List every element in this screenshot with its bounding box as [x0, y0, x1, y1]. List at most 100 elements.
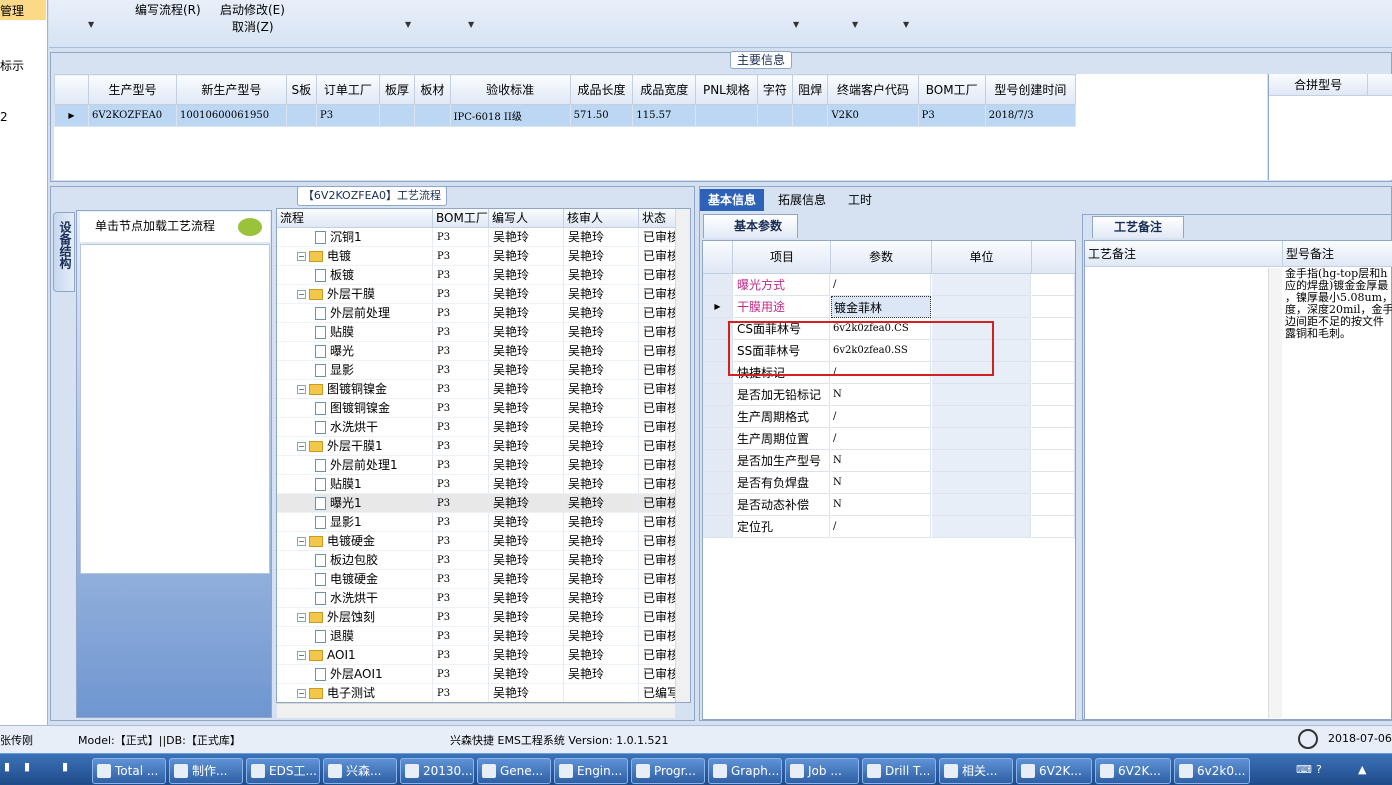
- param-unit[interactable]: [932, 384, 1031, 406]
- taskbar-button[interactable]: Job ...: [785, 758, 859, 784]
- taskbar-icon[interactable]: ▮: [62, 760, 68, 773]
- tray-arrow-icon[interactable]: ▲: [1358, 763, 1366, 776]
- param-unit[interactable]: [932, 296, 1031, 318]
- param-value[interactable]: /: [831, 428, 931, 450]
- dropdown-arrow-icon[interactable]: ▼: [852, 20, 858, 29]
- nav-item-manage[interactable]: 管理: [0, 2, 24, 19]
- col-header[interactable]: 工艺备注: [1085, 241, 1283, 267]
- collapse-icon[interactable]: −: [297, 442, 306, 451]
- taskbar-button[interactable]: 6V2K...: [1095, 758, 1171, 784]
- taskbar-button[interactable]: 6V2K...: [1016, 758, 1092, 784]
- tab-extended-info[interactable]: 拓展信息: [770, 189, 834, 211]
- flow-tree-row[interactable]: − 外层蚀刻 P3 吴艳玲 吴艳玲 已审核: [277, 608, 677, 627]
- taskbar-button[interactable]: EDS工...: [246, 758, 320, 784]
- nav-item-mark[interactable]: 标示: [0, 57, 24, 74]
- param-value[interactable]: /: [831, 516, 931, 538]
- flow-tree-row[interactable]: 图镀铜镍金 P3 吴艳玲 吴艳玲 已审核: [277, 399, 677, 418]
- dropdown-arrow-icon[interactable]: ▼: [88, 20, 94, 29]
- cell[interactable]: [414, 104, 451, 127]
- cell[interactable]: P3: [917, 104, 986, 127]
- taskbar-icon[interactable]: ▮: [24, 760, 30, 773]
- param-value[interactable]: N: [831, 472, 931, 494]
- param-row[interactable]: 是否加生产型号 N: [703, 450, 1075, 472]
- cell[interactable]: P3: [316, 104, 380, 127]
- flow-tree-row[interactable]: 水洗烘干 P3 吴艳玲 吴艳玲 已审核: [277, 589, 677, 608]
- col-header[interactable]: 成品宽度: [632, 74, 697, 105]
- col-header[interactable]: 合拼型号: [1269, 74, 1369, 95]
- col-header[interactable]: S板: [285, 74, 318, 105]
- col-header[interactable]: 单位: [932, 241, 1032, 274]
- cell[interactable]: 115.57: [632, 104, 697, 127]
- col-header[interactable]: 核审人: [564, 209, 639, 228]
- cell[interactable]: [792, 104, 829, 127]
- taskbar-button[interactable]: 制作...: [169, 758, 243, 784]
- start-modify-button[interactable]: 启动修改(E): [220, 1, 285, 18]
- col-header[interactable]: 阻焊: [792, 74, 829, 105]
- col-header[interactable]: 型号创建时间: [984, 74, 1077, 105]
- col-header[interactable]: PNL规格: [695, 74, 758, 105]
- flow-tree-row[interactable]: 贴膜1 P3 吴艳玲 吴艳玲 已审核: [277, 475, 677, 494]
- taskbar-button[interactable]: Graph...: [708, 758, 782, 784]
- param-row[interactable]: ▶ 干膜用途 镀金菲林: [703, 296, 1075, 318]
- param-unit[interactable]: [932, 428, 1031, 450]
- taskbar-button[interactable]: Drill T...: [862, 758, 936, 784]
- collapse-icon[interactable]: −: [297, 651, 306, 660]
- param-value[interactable]: N: [831, 384, 931, 406]
- flow-tree-row[interactable]: 水洗烘干 P3 吴艳玲 吴艳玲 已审核: [277, 418, 677, 437]
- col-header[interactable]: 编写人: [489, 209, 564, 228]
- flow-tree-row[interactable]: 板镀 P3 吴艳玲 吴艳玲 已审核: [277, 266, 677, 285]
- param-value[interactable]: /: [831, 274, 931, 296]
- cell[interactable]: [695, 104, 758, 127]
- vertical-scrollbar[interactable]: [675, 209, 690, 702]
- horizontal-scrollbar[interactable]: [277, 703, 675, 718]
- col-header[interactable]: 生产型号: [87, 74, 178, 105]
- taskbar-button[interactable]: Progr...: [631, 758, 705, 784]
- param-row[interactable]: 是否动态补偿 N: [703, 494, 1075, 516]
- flow-tree-row[interactable]: 外层前处理 P3 吴艳玲 吴艳玲 已审核: [277, 304, 677, 323]
- taskbar-button[interactable]: 20130...: [400, 758, 474, 784]
- tray-keyboard-icon[interactable]: ⌨: [1296, 763, 1312, 776]
- flow-tree-row[interactable]: 外层前处理1 P3 吴艳玲 吴艳玲 已审核: [277, 456, 677, 475]
- flow-tree-row[interactable]: 曝光 P3 吴艳玲 吴艳玲 已审核: [277, 342, 677, 361]
- tab-basic-info[interactable]: 基本信息: [700, 189, 765, 211]
- col-header[interactable]: 订单工厂: [316, 74, 380, 105]
- col-header[interactable]: 参数: [831, 241, 932, 274]
- collapse-icon[interactable]: −: [297, 689, 306, 698]
- param-value[interactable]: /: [831, 406, 931, 428]
- param-unit[interactable]: [932, 494, 1031, 516]
- flow-tree-row[interactable]: 板边包胶 P3 吴艳玲 吴艳玲 已审核: [277, 551, 677, 570]
- edit-flow-button[interactable]: 编写流程(R): [135, 1, 201, 18]
- flow-tree-row[interactable]: 贴膜 P3 吴艳玲 吴艳玲 已审核: [277, 323, 677, 342]
- collapse-icon[interactable]: −: [297, 537, 306, 546]
- col-header[interactable]: 验收标准: [449, 74, 571, 105]
- dropdown-arrow-icon[interactable]: ▼: [793, 20, 799, 29]
- cell[interactable]: [378, 104, 416, 127]
- param-value[interactable]: 镀金菲林: [831, 296, 931, 318]
- flow-tree-row[interactable]: 显影1 P3 吴艳玲 吴艳玲 已审核: [277, 513, 677, 532]
- flow-tree-row[interactable]: 沉铜1 P3 吴艳玲 吴艳玲 已审核: [277, 228, 677, 247]
- taskbar-button[interactable]: 6v2k0...: [1174, 758, 1250, 784]
- cell[interactable]: [756, 104, 794, 127]
- param-unit[interactable]: [932, 450, 1031, 472]
- taskbar-button[interactable]: Gene...: [477, 758, 551, 784]
- param-row[interactable]: 是否加无铅标记 N: [703, 384, 1075, 406]
- collapse-icon[interactable]: −: [297, 290, 306, 299]
- flow-tree-row[interactable]: 显影 P3 吴艳玲 吴艳玲 已审核: [277, 361, 677, 380]
- param-row[interactable]: 生产周期位置 /: [703, 428, 1075, 450]
- cell[interactable]: IPC-6018 II级: [449, 104, 571, 127]
- col-header[interactable]: 新生产型号: [176, 74, 287, 105]
- col-header[interactable]: 流程: [277, 209, 433, 228]
- param-unit[interactable]: [932, 516, 1031, 538]
- param-value[interactable]: N: [831, 450, 931, 472]
- param-row[interactable]: 曝光方式 /: [703, 274, 1075, 296]
- param-unit[interactable]: [932, 274, 1031, 296]
- cell[interactable]: [285, 104, 318, 127]
- param-value[interactable]: N: [831, 494, 931, 516]
- param-row[interactable]: 定位孔 /: [703, 516, 1075, 538]
- col-header[interactable]: 字符: [756, 74, 794, 105]
- flow-tree-row[interactable]: − 电镀硬金 P3 吴艳玲 吴艳玲 已审核: [277, 532, 677, 551]
- flow-tree-row[interactable]: 电镀硬金 P3 吴艳玲 吴艳玲 已审核: [277, 570, 677, 589]
- taskbar-button[interactable]: 相关...: [939, 758, 1013, 784]
- col-header[interactable]: 状态: [639, 209, 679, 228]
- col-header[interactable]: 项目: [734, 241, 831, 274]
